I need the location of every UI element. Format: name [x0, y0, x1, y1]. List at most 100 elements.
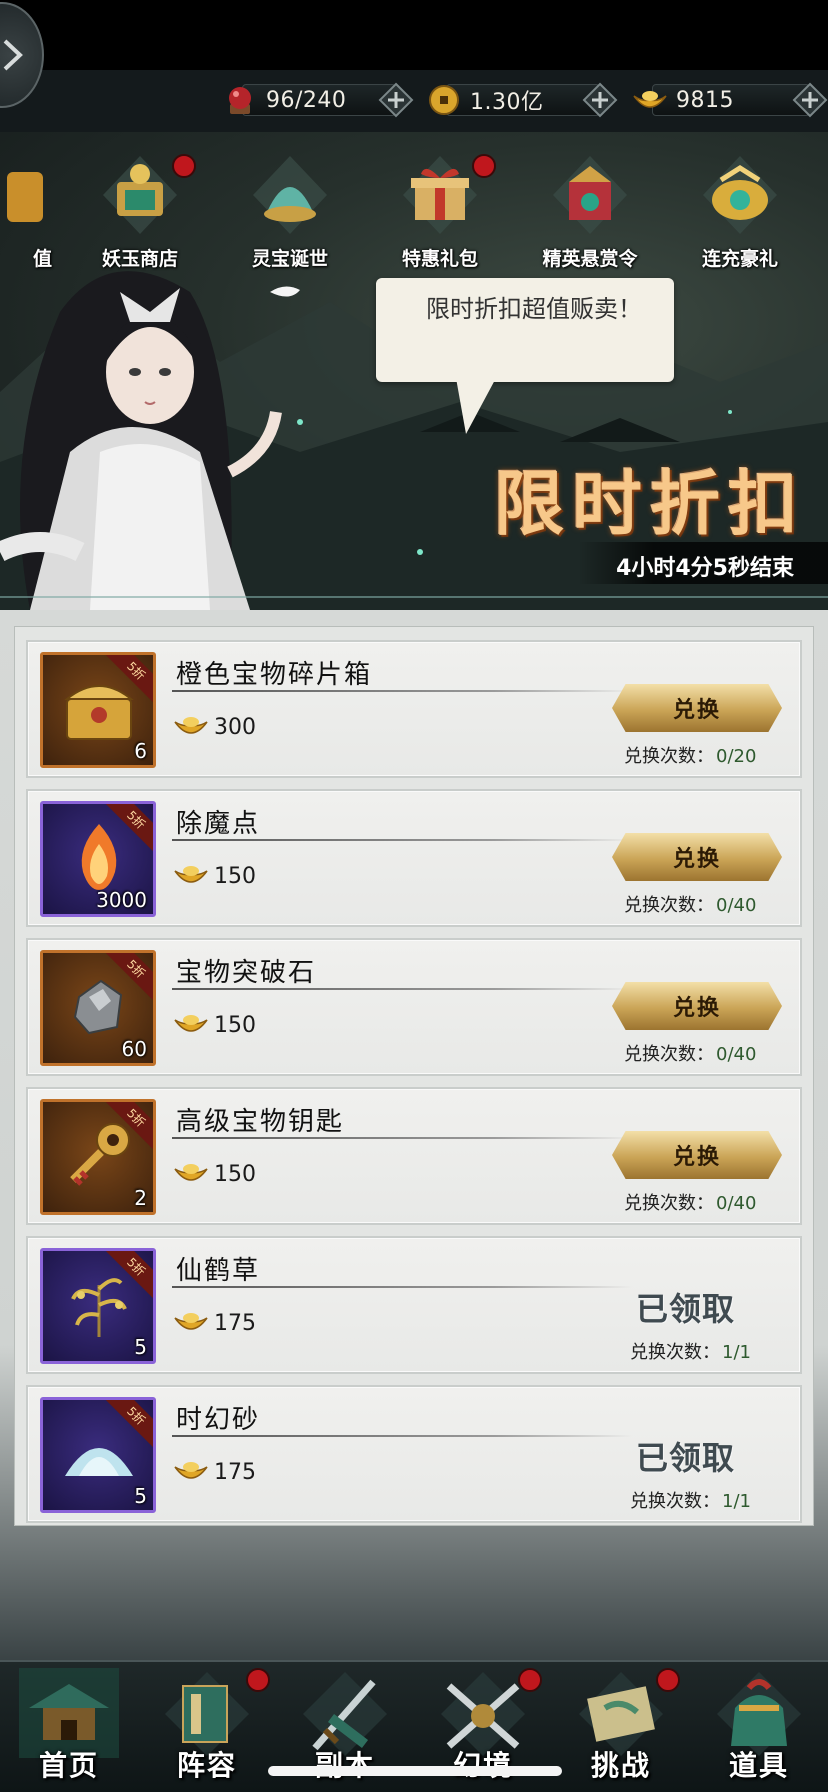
list-item: 5折 60 宝物突破石 150 兑换 兑换次数： 0/40 [26, 938, 802, 1076]
partial-shop-icon [7, 172, 43, 222]
shop-tab-label: 特惠礼包 [401, 248, 478, 270]
item-name: 除魔点 [176, 809, 261, 839]
nav-challenge[interactable]: 挑战 [552, 1662, 690, 1792]
notification-dot [172, 154, 196, 178]
spirit-treasure-icon [253, 156, 327, 234]
item-quantity: 5 [134, 1335, 147, 1359]
divider [172, 690, 632, 692]
gold-ingot-icon [633, 91, 667, 108]
item-price: 300 [174, 714, 256, 740]
count-value: 1/1 [722, 1342, 751, 1363]
add-coins-button[interactable] [582, 82, 618, 118]
exchange-count: 兑换次数： 0/40 [624, 1189, 756, 1215]
shop-tab-special-gift[interactable]: 特惠礼包 [380, 152, 500, 282]
nav-label: 副本 [276, 1744, 414, 1784]
list-item: 5折 3000 除魔点 150 兑换 兑换次数： 0/40 [26, 789, 802, 927]
exchange-count: 兑换次数： 1/1 [630, 1338, 751, 1364]
top-resource-bar: 96/240 1.30亿 9815 [0, 0, 828, 132]
divider [172, 839, 632, 841]
coin-icon [429, 85, 459, 115]
item-quantity: 2 [134, 1186, 147, 1210]
exchange-count: 兑换次数： 0/40 [624, 1040, 756, 1066]
countdown-timer: 4小时4分5秒结束 [578, 542, 828, 584]
notification-dot [246, 1668, 270, 1692]
count-value: 1/1 [722, 1491, 751, 1512]
item-thumbnail[interactable]: 5折 6 [40, 652, 156, 768]
item-name: 时幻砂 [176, 1405, 261, 1435]
claimed-stamp: 已领取 [636, 1290, 736, 1328]
add-ingots-button[interactable] [792, 82, 828, 118]
divider [172, 1137, 632, 1139]
speech-text: 限时折扣超值贩卖！ [426, 295, 642, 323]
ore-stone-icon [73, 979, 123, 1035]
price-value: 300 [214, 714, 256, 740]
red-orb-icon [229, 87, 251, 114]
exchange-count: 兑换次数： 0/20 [624, 742, 756, 768]
notification-dot [472, 154, 496, 178]
shop-tab-elite-bounty[interactable]: 精英悬赏令 [530, 152, 650, 282]
nav-label: 幻境 [414, 1744, 552, 1784]
nav-label: 道具 [728, 1749, 789, 1782]
claimed-stamp: 已领取 [636, 1439, 736, 1477]
nav-label: 首页 [38, 1749, 99, 1782]
key-icon [70, 1123, 130, 1186]
sand-pile-icon [65, 1448, 133, 1476]
resource-ingots: 9815 [632, 80, 828, 120]
home-indicator[interactable] [268, 1766, 562, 1776]
treasure-chest-icon [64, 685, 134, 740]
divider [172, 1286, 632, 1288]
item-thumbnail[interactable]: 5折 3000 [40, 801, 156, 917]
nav-lineup[interactable]: 阵容 [138, 1662, 276, 1792]
nav-items[interactable]: 道具 [690, 1662, 828, 1792]
jade-shop-icon [103, 156, 177, 234]
resource-coins: 1.30亿 [426, 80, 618, 120]
limited-discount-title: 限时折扣 [494, 462, 806, 545]
item-price: 150 [174, 863, 256, 889]
count-value: 0/40 [716, 1044, 757, 1065]
nav-label: 阵容 [176, 1749, 237, 1782]
list-item: 5折 5 时幻砂 175 已领取 兑换次数： 1/1 [26, 1385, 802, 1523]
item-price: 150 [174, 1012, 256, 1038]
item-quantity: 6 [134, 739, 147, 763]
chevron-right-icon [3, 39, 23, 71]
character-illustration [0, 271, 300, 610]
item-name: 宝物突破石 [176, 958, 317, 988]
shop-tab-label: 连充豪礼 [701, 248, 778, 270]
limited-discount-banner: 值 妖玉商店 灵宝诞世 特惠礼包 精英悬赏令 连充豪礼 限时折扣超值贩卖！ 限时… [0, 132, 828, 610]
exchange-button[interactable]: 兑换 [612, 982, 782, 1030]
count-label: 兑换次数： [624, 1044, 714, 1065]
item-quantity: 3000 [96, 888, 147, 912]
exchange-button[interactable]: 兑换 [612, 833, 782, 881]
gold-ingot-icon [174, 1164, 208, 1181]
nav-home[interactable]: 首页 [0, 1662, 138, 1792]
shop-tab-recharge-gift[interactable]: 连充豪礼 [680, 152, 800, 282]
add-stamina-button[interactable] [378, 82, 414, 118]
exchange-button[interactable]: 兑换 [612, 684, 782, 732]
shop-tab-label: 精英悬赏令 [542, 248, 638, 270]
bounty-icon [553, 156, 627, 234]
item-price: 175 [174, 1459, 256, 1485]
item-thumbnail[interactable]: 5折 5 [40, 1248, 156, 1364]
item-name: 仙鹤草 [176, 1256, 261, 1286]
banner-divider [0, 596, 828, 598]
stamina-value: 96/240 [266, 87, 347, 113]
list-item: 5折 5 仙鹤草 175 已领取 兑换次数： 1/1 [26, 1236, 802, 1374]
price-value: 150 [214, 1012, 256, 1038]
flame-icon [81, 824, 117, 890]
item-thumbnail[interactable]: 5折 2 [40, 1099, 156, 1215]
item-thumbnail[interactable]: 5折 5 [40, 1397, 156, 1513]
notification-dot [518, 1668, 542, 1692]
back-button[interactable] [0, 2, 44, 108]
count-label: 兑换次数： [630, 1491, 720, 1512]
list-item: 5折 6 橙色宝物碎片箱 300 兑换 兑换次数： 0/20 [26, 640, 802, 778]
speech-bubble-tail [456, 378, 496, 434]
exchange-button[interactable]: 兑换 [612, 1131, 782, 1179]
gift-box-icon [403, 156, 477, 234]
price-value: 175 [214, 1459, 256, 1485]
item-thumbnail[interactable]: 5折 60 [40, 950, 156, 1066]
item-price: 175 [174, 1310, 256, 1336]
price-value: 150 [214, 1161, 256, 1187]
count-value: 0/20 [716, 746, 757, 767]
count-value: 0/40 [716, 895, 757, 916]
speech-bubble: 限时折扣超值贩卖！ [376, 278, 674, 382]
